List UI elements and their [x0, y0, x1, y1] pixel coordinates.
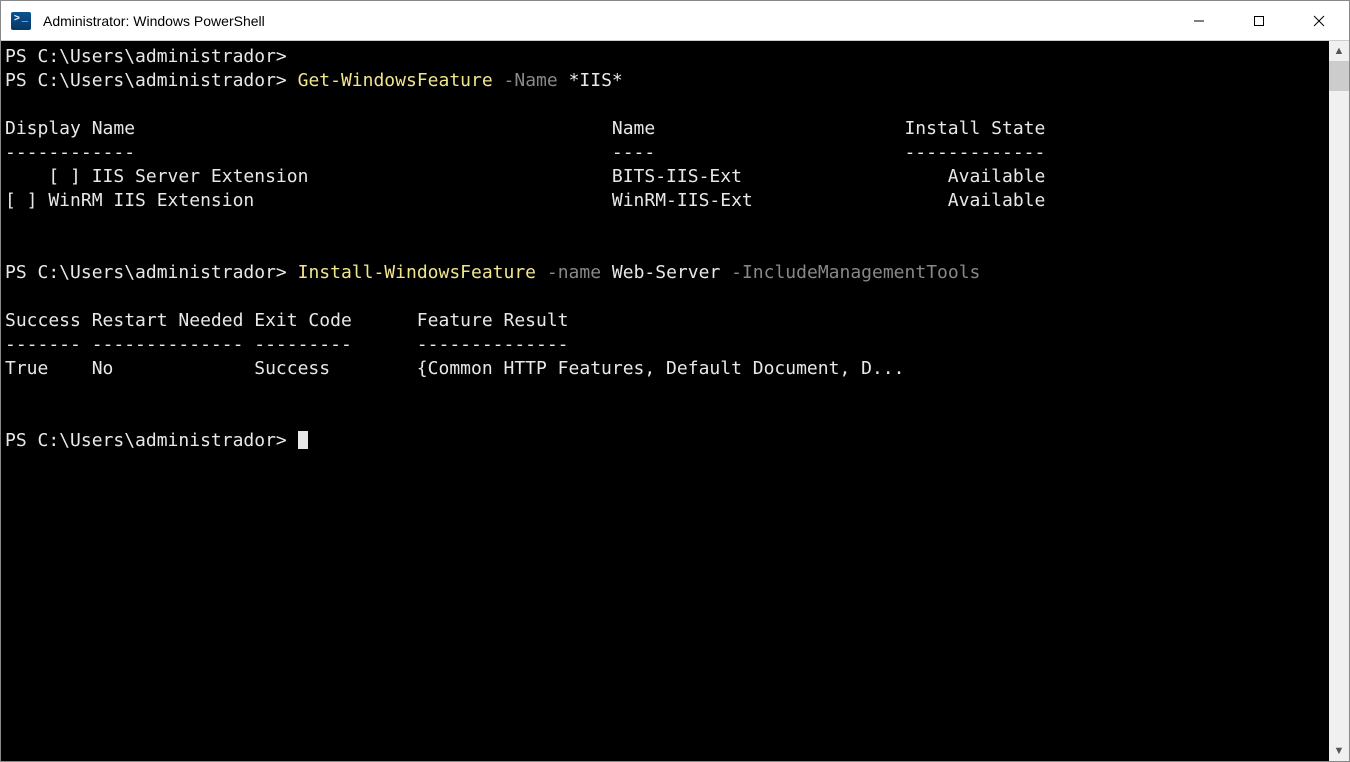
close-button[interactable] — [1289, 1, 1349, 40]
maximize-button[interactable] — [1229, 1, 1289, 40]
terminal-output[interactable]: PS C:\Users\administrador> PS C:\Users\a… — [1, 41, 1329, 761]
command-param: -name — [547, 262, 601, 283]
powershell-icon — [11, 12, 31, 30]
command-arg: Web-Server — [612, 262, 720, 283]
close-icon — [1313, 15, 1325, 27]
prompt-text: PS C:\Users\administrador> — [5, 430, 287, 451]
window-titlebar: Administrator: Windows PowerShell — [1, 1, 1349, 41]
scroll-down-arrow[interactable]: ▼ — [1329, 741, 1349, 761]
command-switch: -IncludeManagementTools — [731, 262, 980, 283]
command-arg: *IIS* — [569, 70, 623, 91]
prompt-text: PS C:\Users\administrador> — [5, 262, 287, 283]
minimize-button[interactable] — [1169, 1, 1229, 40]
table-row: [ ] WinRM IIS Extension WinRM-IIS-Ext Av… — [5, 190, 1045, 211]
command-param: -Name — [504, 70, 558, 91]
table-divider: ------------ ---- ------------- — [5, 142, 1045, 163]
prompt-text: PS C:\Users\administrador> — [5, 70, 287, 91]
cursor — [298, 431, 308, 449]
maximize-icon — [1253, 15, 1265, 27]
window-title: Administrator: Windows PowerShell — [41, 13, 265, 29]
scroll-thumb[interactable] — [1329, 61, 1349, 91]
window-controls — [1169, 1, 1349, 40]
vertical-scrollbar[interactable]: ▲ ▼ — [1329, 41, 1349, 761]
terminal-container: PS C:\Users\administrador> PS C:\Users\a… — [1, 41, 1349, 761]
table-divider: ------- -------------- --------- -------… — [5, 334, 569, 355]
app-icon — [1, 1, 41, 41]
table-row: [ ] IIS Server Extension BITS-IIS-Ext Av… — [5, 166, 1045, 187]
command-cmdlet: Install-WindowsFeature — [298, 262, 536, 283]
command-cmdlet: Get-WindowsFeature — [298, 70, 493, 91]
table-row: True No Success {Common HTTP Features, D… — [5, 358, 904, 379]
minimize-icon — [1193, 15, 1205, 27]
table-header: Display Name Name Install State — [5, 118, 1045, 139]
prompt-text: PS C:\Users\administrador> — [5, 46, 287, 67]
table-header: Success Restart Needed Exit Code Feature… — [5, 310, 569, 331]
scroll-up-arrow[interactable]: ▲ — [1329, 41, 1349, 61]
